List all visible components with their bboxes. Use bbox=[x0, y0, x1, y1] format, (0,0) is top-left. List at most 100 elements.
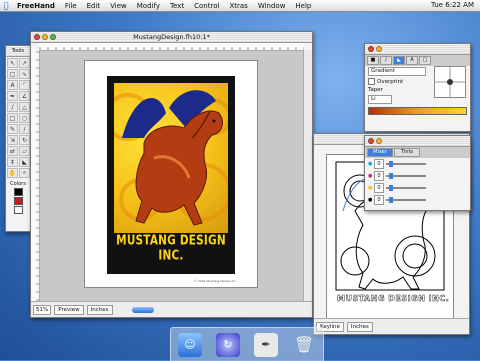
close-icon[interactable] bbox=[368, 138, 374, 144]
eyedropper-tool-icon[interactable]: ‡ bbox=[7, 157, 18, 167]
text-tool-icon[interactable]: A bbox=[7, 80, 18, 90]
zoom-field[interactable]: 51% bbox=[33, 304, 52, 315]
magenta-field[interactable]: 0 bbox=[374, 171, 384, 181]
fill-tab-icon[interactable]: ◣ bbox=[393, 56, 405, 65]
stroke-color-swatch[interactable] bbox=[13, 188, 23, 196]
menu-view[interactable]: View bbox=[105, 2, 132, 10]
fill-panel-titlebar[interactable] bbox=[365, 44, 470, 55]
overprint-checkbox[interactable] bbox=[368, 78, 375, 85]
close-icon[interactable] bbox=[34, 34, 40, 40]
vertical-scrollbar[interactable] bbox=[303, 50, 312, 301]
freehand-icon[interactable]: ↻ bbox=[216, 332, 240, 357]
magenta-icon: ● bbox=[368, 173, 373, 179]
rectangle-tool-icon[interactable]: □ bbox=[7, 113, 18, 123]
document-tab-icon[interactable]: □ bbox=[419, 56, 431, 65]
document-page: MUSTANG DESIGN INC. © 2001 Mustang Desig… bbox=[84, 60, 258, 288]
tools-titlebar[interactable]: Tools bbox=[6, 46, 30, 57]
trash-icon[interactable]: 🗑 bbox=[292, 333, 316, 357]
mixer-row-yellow: ● 0 bbox=[365, 182, 470, 194]
slider-knob[interactable] bbox=[388, 173, 393, 179]
view-mode-popup[interactable]: Preview bbox=[54, 304, 84, 315]
zoom-icon[interactable] bbox=[50, 34, 56, 40]
menu-control[interactable]: Control bbox=[189, 2, 224, 10]
menubar-clock[interactable]: Tue 6:22 AM bbox=[431, 1, 474, 9]
taper-select[interactable]: Li bbox=[368, 95, 392, 104]
menu-modify[interactable]: Modify bbox=[132, 2, 165, 10]
angle-dial-icon bbox=[435, 67, 465, 97]
black-field[interactable]: 0 bbox=[374, 195, 384, 205]
yellow-field[interactable]: 0 bbox=[374, 183, 384, 193]
tools-grid: ↖ ↗ □ ∿ A ⌜ ✒ ∠ / △ □ ○ ✎ ∕ ⇲ ↻ ⇄ ▱ ‡ ◣ … bbox=[6, 57, 30, 179]
polygon-tool-icon[interactable]: △ bbox=[19, 102, 30, 112]
mixer-tab[interactable]: Mixer bbox=[367, 148, 393, 157]
bezigon-tool-icon[interactable]: ∠ bbox=[19, 91, 30, 101]
yellow-slider[interactable] bbox=[385, 185, 426, 191]
finder-icon[interactable]: ☺ bbox=[178, 332, 202, 357]
scale-tool-icon[interactable]: ⇲ bbox=[7, 135, 18, 145]
dock: ☺ ↻ ✒ 🗑 bbox=[170, 327, 324, 361]
second-units-popup[interactable]: Inches bbox=[346, 321, 373, 332]
close-icon[interactable] bbox=[368, 46, 374, 52]
slider-knob[interactable] bbox=[388, 185, 393, 191]
lasso-tool-icon[interactable]: ∿ bbox=[19, 69, 30, 79]
document-status-bar: 51% Preview Inches bbox=[31, 301, 312, 317]
tints-tab[interactable]: Tints bbox=[394, 148, 420, 157]
mixer-titlebar[interactable] bbox=[365, 136, 470, 147]
minimize-icon[interactable] bbox=[376, 46, 382, 52]
document-icon[interactable]: ✒ bbox=[254, 332, 278, 357]
mustang-artwork[interactable]: MUSTANG DESIGN INC. bbox=[107, 76, 235, 274]
window-controls bbox=[34, 34, 56, 40]
subselect-tool-icon[interactable]: ↗ bbox=[19, 58, 30, 68]
artwork-title: MUSTANG DESIGN INC. bbox=[116, 233, 226, 263]
menu-app[interactable]: FreeHand bbox=[12, 2, 60, 10]
rotate-tool-icon[interactable]: ↻ bbox=[19, 135, 30, 145]
pen-tool-icon[interactable]: ✒ bbox=[7, 91, 18, 101]
menu-xtras[interactable]: Xtras bbox=[224, 2, 252, 10]
crop-tool-icon[interactable]: ⌜ bbox=[19, 80, 30, 90]
knife-tool-icon[interactable]: ∕ bbox=[19, 124, 30, 134]
stroke-tab-icon[interactable]: ∕ bbox=[380, 56, 392, 65]
taper-label: Taper bbox=[368, 87, 383, 93]
minimize-icon[interactable] bbox=[376, 138, 382, 144]
minimize-icon[interactable] bbox=[42, 34, 48, 40]
cyan-icon: ● bbox=[368, 161, 373, 167]
document-titlebar[interactable]: MustangDesign.fh10:1* bbox=[31, 32, 312, 43]
page-tool-icon[interactable]: □ bbox=[7, 69, 18, 79]
none-color-swatch[interactable] bbox=[13, 206, 23, 214]
menu-window[interactable]: Window bbox=[253, 2, 291, 10]
zoom-tool-icon[interactable]: ⌕ bbox=[19, 168, 30, 178]
horizontal-scroll-thumb[interactable] bbox=[131, 306, 154, 313]
slider-knob[interactable] bbox=[388, 161, 393, 167]
object-tab-icon[interactable]: ■ bbox=[367, 56, 379, 65]
menu-edit[interactable]: Edit bbox=[82, 2, 106, 10]
cyan-field[interactable]: 0 bbox=[374, 159, 384, 169]
fill-type-select[interactable]: Gradient bbox=[368, 67, 426, 76]
menu-file[interactable]: File bbox=[60, 2, 82, 10]
bucket-tool-icon[interactable]: ◣ bbox=[19, 157, 30, 167]
fill-color-swatch[interactable] bbox=[13, 197, 23, 205]
reflect-tool-icon[interactable]: ⇄ bbox=[7, 146, 18, 156]
pencil-tool-icon[interactable]: ✎ bbox=[7, 124, 18, 134]
tools-title: Tools bbox=[11, 48, 25, 54]
gradient-angle-dial[interactable] bbox=[434, 66, 466, 98]
slider-knob[interactable] bbox=[388, 197, 393, 203]
hand-tool-icon[interactable]: ✋ bbox=[7, 168, 18, 178]
ellipse-tool-icon[interactable]: ○ bbox=[19, 113, 30, 123]
apple-menu-icon[interactable]:  bbox=[0, 1, 12, 10]
black-slider[interactable] bbox=[385, 197, 426, 203]
line-tool-icon[interactable]: / bbox=[7, 102, 18, 112]
text-tab-icon[interactable]: A bbox=[406, 56, 418, 65]
document-canvas[interactable]: MUSTANG DESIGN INC. © 2001 Mustang Desig… bbox=[40, 51, 303, 301]
document-window: MustangDesign.fh10:1* MUSTANG DESIGN INC… bbox=[30, 31, 313, 318]
menu-text[interactable]: Text bbox=[165, 2, 189, 10]
mixer-panel: Mixer Tints ● 0 ● 0 ● 0 ● 0 bbox=[364, 135, 471, 211]
horizontal-ruler[interactable] bbox=[39, 43, 304, 51]
gradient-ramp[interactable] bbox=[368, 107, 467, 115]
magenta-slider[interactable] bbox=[385, 173, 426, 179]
menu-help[interactable]: Help bbox=[290, 2, 316, 10]
vertical-ruler[interactable] bbox=[31, 50, 40, 301]
pointer-tool-icon[interactable]: ↖ bbox=[7, 58, 18, 68]
cyan-slider[interactable] bbox=[385, 161, 426, 167]
skew-tool-icon[interactable]: ▱ bbox=[19, 146, 30, 156]
units-popup[interactable]: Inches bbox=[86, 304, 113, 315]
